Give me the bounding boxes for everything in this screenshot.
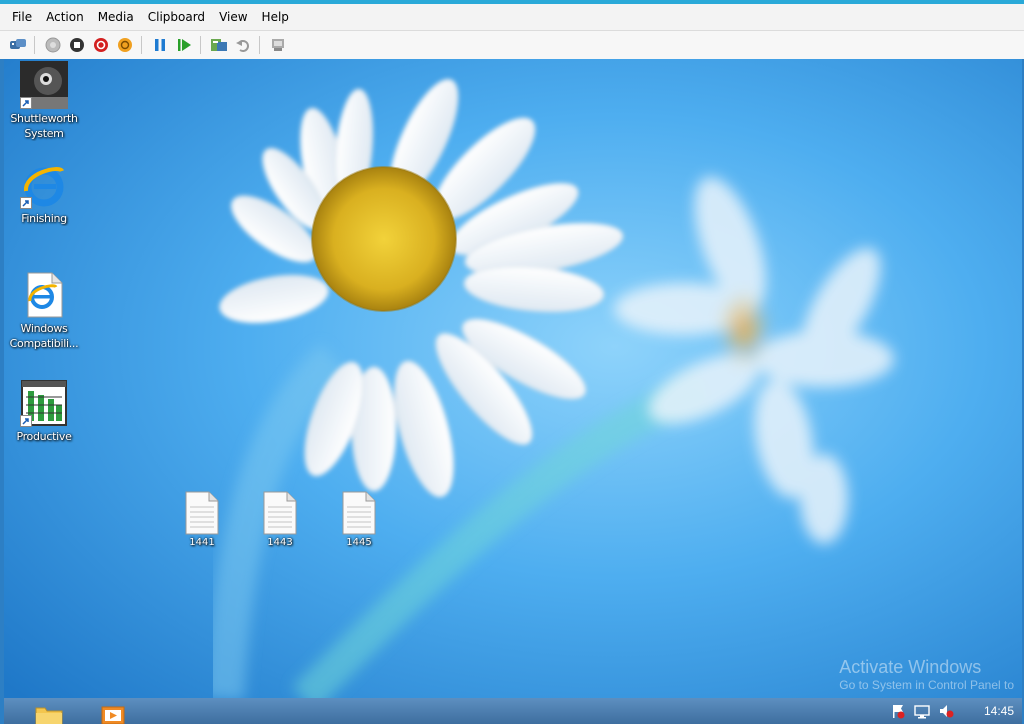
menu-help[interactable]: Help — [255, 4, 296, 30]
taskbar-file-explorer[interactable] — [32, 703, 66, 724]
activation-title: Activate Windows — [839, 657, 982, 677]
revert-icon[interactable] — [233, 35, 253, 55]
desktop-icon-label: Finishing — [21, 212, 67, 225]
shortcut-arrow-icon — [20, 97, 32, 109]
action-center-flag-icon[interactable] — [890, 703, 906, 719]
shortcut-arrow-icon — [20, 197, 32, 209]
desktop-icon-productive[interactable]: Productive — [4, 379, 84, 444]
desktop-icon-label: Shuttleworth — [10, 112, 78, 125]
file-icon-1445[interactable]: 1445 — [331, 491, 387, 548]
desktop-icon-finishing[interactable]: Finishing — [4, 161, 84, 226]
menu-bar: File Action Media Clipboard View Help — [0, 4, 1024, 31]
wallpaper-image — [4, 59, 1022, 698]
text-file-icon — [263, 491, 297, 535]
desktop-icon-label: Productive — [16, 430, 72, 443]
save-icon[interactable] — [115, 35, 135, 55]
checkpoint-icon[interactable] — [209, 35, 229, 55]
shortcut-arrow-icon — [20, 415, 32, 427]
ie-document-icon — [20, 271, 68, 319]
ctrl-alt-del-icon[interactable] — [8, 35, 28, 55]
folder-icon — [35, 707, 63, 724]
desktop-icon-shuttleworth[interactable]: Shuttleworth System — [4, 61, 84, 141]
file-label: 1445 — [346, 537, 372, 548]
toolbar-separator — [259, 36, 260, 54]
toolbar — [0, 31, 1024, 60]
activation-watermark: Activate Windows Go to System in Control… — [839, 657, 1014, 693]
activation-subtitle: Go to System in Control Panel to — [839, 678, 1014, 692]
volume-icon[interactable] — [938, 703, 954, 719]
productive-app-icon — [20, 379, 68, 427]
file-label: 1443 — [267, 537, 293, 548]
desktop-icon-label: Compatibili... — [9, 337, 79, 350]
toolbar-separator — [34, 36, 35, 54]
menu-view[interactable]: View — [212, 4, 254, 30]
taskbar: 14:45 — [4, 698, 1022, 724]
taskbar-media-app[interactable] — [96, 703, 130, 724]
text-file-icon — [342, 491, 376, 535]
file-icon-1443[interactable]: 1443 — [252, 491, 308, 548]
file-label: 1441 — [189, 537, 215, 548]
vm-window: File Action Media Clipboard View Help Sh… — [0, 0, 1024, 724]
desktop-icon-windows-compatibility[interactable]: Windows Compatibili... — [4, 271, 84, 351]
internet-explorer-icon — [20, 161, 68, 209]
start-icon[interactable] — [43, 35, 63, 55]
desktop[interactable]: Shuttleworth System Finishing Windows Co… — [4, 59, 1022, 698]
file-icon-1441[interactable]: 1441 — [174, 491, 230, 548]
menu-media[interactable]: Media — [91, 4, 141, 30]
menu-file[interactable]: File — [0, 4, 39, 30]
shut-down-icon[interactable] — [91, 35, 111, 55]
reset-icon[interactable] — [174, 35, 194, 55]
enhanced-session-icon[interactable] — [268, 35, 288, 55]
media-player-icon — [101, 706, 125, 724]
menu-clipboard[interactable]: Clipboard — [141, 4, 212, 30]
desktop-icon-label: System — [24, 127, 64, 140]
shuttleworth-app-icon — [20, 61, 68, 109]
desktop-icon-label: Windows — [20, 322, 68, 335]
pause-icon[interactable] — [150, 35, 170, 55]
toolbar-separator — [200, 36, 201, 54]
taskbar-clock[interactable]: 14:45 — [984, 698, 1014, 724]
text-file-icon — [185, 491, 219, 535]
turn-off-icon[interactable] — [67, 35, 87, 55]
toolbar-separator — [141, 36, 142, 54]
network-icon[interactable] — [914, 703, 930, 719]
menu-action[interactable]: Action — [39, 4, 91, 30]
system-tray: 14:45 — [890, 698, 1014, 724]
